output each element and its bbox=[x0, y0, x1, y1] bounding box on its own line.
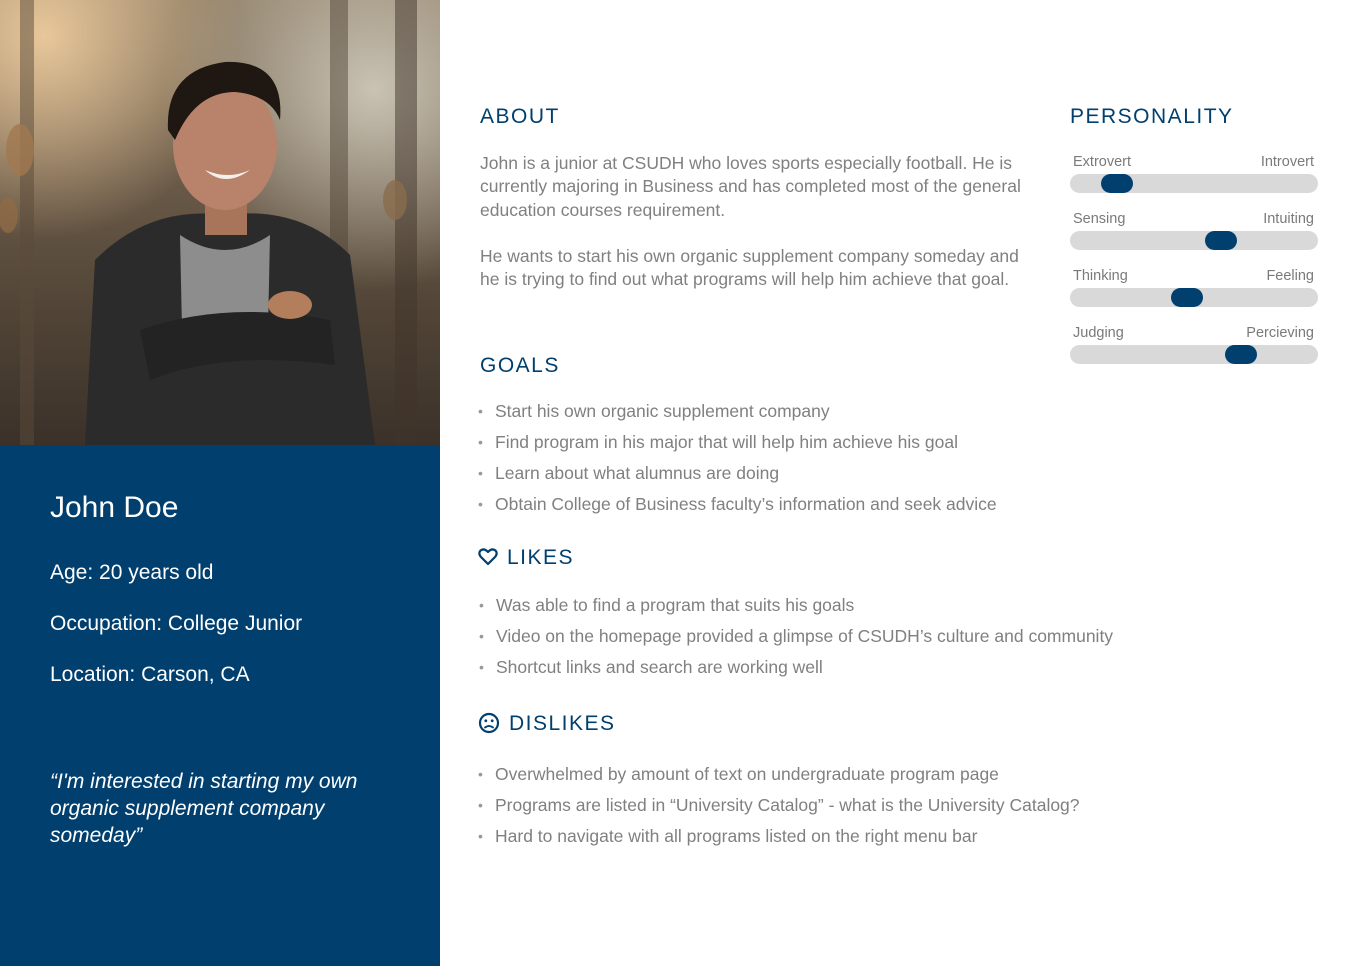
trait-slider-knob bbox=[1225, 345, 1257, 364]
bullet-icon: • bbox=[478, 496, 483, 512]
like-text: Video on the homepage provided a glimpse… bbox=[496, 626, 1114, 646]
goal-item: • Learn about what alumnus are doing bbox=[478, 462, 997, 493]
trait-right-label: Percieving bbox=[1246, 325, 1314, 341]
goal-item: • Start his own organic supplement compan… bbox=[478, 400, 997, 431]
bullet-icon: • bbox=[479, 659, 484, 675]
likes-list: • Was able to find a program that suits h… bbox=[479, 594, 1113, 687]
trait-slider-knob bbox=[1205, 231, 1237, 250]
trait-left-label: Extrovert bbox=[1073, 154, 1132, 170]
trait-left-label: Sensing bbox=[1073, 211, 1126, 227]
goal-text: Obtain College of Business faculty’s inf… bbox=[495, 494, 997, 514]
trait-slider-knob bbox=[1171, 288, 1203, 307]
goal-text: Find program in his major that will help… bbox=[495, 432, 958, 452]
persona-name: John Doe bbox=[50, 491, 179, 524]
persona-quote: “I'm interested in starting my own organ… bbox=[50, 770, 358, 847]
trait-thinking-feeling: Thinking Feeling bbox=[1070, 268, 1318, 318]
trait-right-label: Introvert bbox=[1260, 154, 1314, 170]
dislikes-list: • Overwhelmed by amount of text on underg… bbox=[478, 763, 1080, 856]
dislike-item: • Hard to navigate with all programs list… bbox=[478, 825, 1080, 856]
trait-right-label: Intuiting bbox=[1263, 211, 1314, 227]
dislike-text: Hard to navigate with all programs liste… bbox=[495, 826, 978, 846]
bullet-icon: • bbox=[478, 434, 483, 450]
persona-location: Location: Carson, CA bbox=[50, 663, 250, 687]
persona-photo bbox=[0, 0, 440, 445]
persona-photo-illustration bbox=[0, 0, 417, 445]
about-paragraph-2: He wants to start his own organic supple… bbox=[480, 246, 1019, 290]
about-paragraph-1: John is a junior at CSUDH who loves spor… bbox=[480, 153, 1021, 220]
sad-face-icon bbox=[478, 712, 500, 734]
trait-judging-percieving: Judging Percieving bbox=[1070, 325, 1318, 375]
likes-heading: LIKES bbox=[507, 546, 575, 569]
personality-heading: PERSONALITY bbox=[1070, 105, 1234, 128]
persona-age: Age: 20 years old bbox=[50, 561, 214, 584]
profile-details: John Doe Age: 20 years old Occupation: C… bbox=[50, 490, 302, 714]
trait-sensing-intuiting: Sensing Intuiting bbox=[1070, 211, 1318, 261]
trait-track bbox=[1070, 231, 1318, 250]
persona-occupation: Occupation: College Junior bbox=[50, 612, 303, 636]
goals-list: • Start his own organic supplement compan… bbox=[478, 400, 997, 524]
like-text: Shortcut links and search are working we… bbox=[496, 657, 823, 677]
trait-extrovert-introvert: Extrovert Introvert bbox=[1070, 154, 1318, 204]
bullet-icon: • bbox=[479, 628, 484, 644]
trait-right-label: Feeling bbox=[1266, 268, 1314, 284]
trait-track bbox=[1070, 345, 1318, 364]
goal-text: Start his own organic supplement company bbox=[495, 401, 830, 421]
bullet-icon: • bbox=[478, 797, 483, 813]
bullet-icon: • bbox=[479, 597, 484, 613]
heart-icon bbox=[478, 548, 498, 566]
bullet-icon: • bbox=[478, 766, 483, 782]
dislike-item: • Overwhelmed by amount of text on underg… bbox=[478, 763, 1080, 794]
like-text: Was able to find a program that suits hi… bbox=[496, 595, 855, 615]
bullet-icon: • bbox=[478, 828, 483, 844]
profile-panel: John Doe Age: 20 years old Occupation: C… bbox=[0, 0, 440, 966]
trait-left-label: Judging bbox=[1073, 325, 1124, 341]
like-item: • Was able to find a program that suits h… bbox=[479, 594, 1113, 625]
about-heading: ABOUT bbox=[480, 105, 560, 128]
dislike-item: • Programs are listed in “University Cata… bbox=[478, 794, 1080, 825]
like-item: • Video on the homepage provided a glimps… bbox=[479, 625, 1113, 656]
trait-left-label: Thinking bbox=[1073, 268, 1128, 284]
dislikes-heading: DISLIKES bbox=[509, 712, 616, 735]
goal-item: • Obtain College of Business faculty’s in… bbox=[478, 493, 997, 524]
dislike-text: Overwhelmed by amount of text on undergr… bbox=[495, 764, 999, 784]
goal-item: • Find program in his major that will hel… bbox=[478, 431, 997, 462]
bullet-icon: • bbox=[478, 465, 483, 481]
goals-heading: GOALS bbox=[480, 354, 560, 377]
goal-text: Learn about what alumnus are doing bbox=[495, 463, 780, 483]
bullet-icon: • bbox=[478, 403, 483, 419]
trait-slider-knob bbox=[1101, 174, 1133, 193]
dislike-text: Programs are listed in “University Catal… bbox=[495, 795, 1080, 815]
like-item: • Shortcut links and search are working w… bbox=[479, 656, 1113, 687]
